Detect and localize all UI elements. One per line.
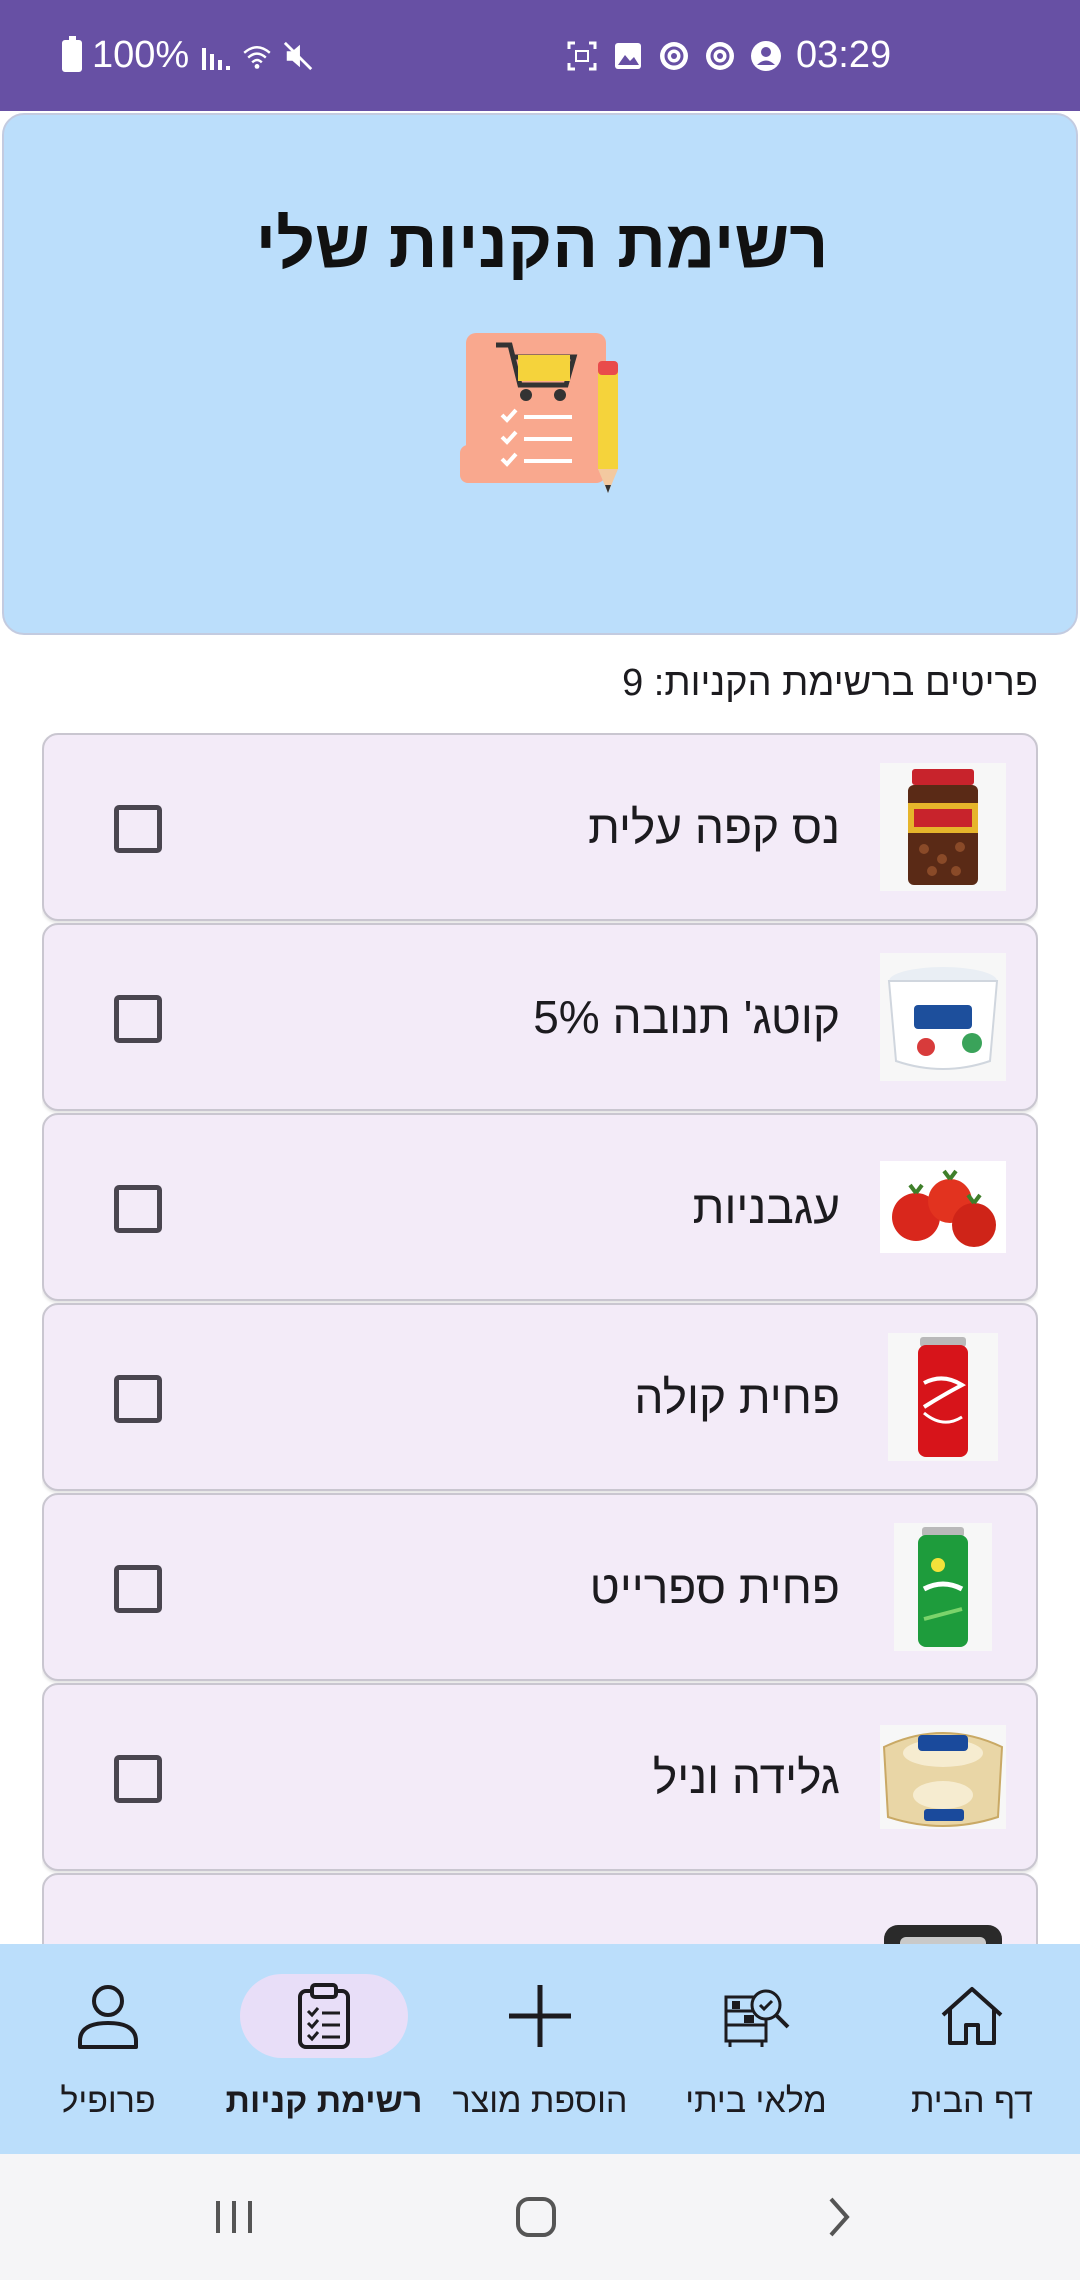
item-label: עגבניות — [692, 1181, 840, 1233]
item-checkbox[interactable] — [114, 1185, 162, 1233]
back-button[interactable] — [798, 2184, 878, 2250]
item-label: פחית קולה — [634, 1371, 840, 1423]
nav-inventory[interactable]: מלאי ביתי — [648, 1944, 864, 2154]
list-item[interactable]: נס קפה עלית — [42, 733, 1038, 921]
status-left: 100% — [62, 0, 315, 111]
product-image — [880, 1903, 1006, 1945]
cola-can-image — [880, 1333, 1006, 1461]
home-icon — [888, 1974, 1056, 2058]
item-label: קוטג' תנובה 5% — [533, 991, 840, 1043]
header-card: רשימת הקניות שלי — [2, 113, 1078, 635]
item-checkbox[interactable] — [114, 1565, 162, 1613]
signal-icon — [199, 40, 231, 72]
list-item[interactable]: גלידה וניל — [42, 1683, 1038, 1871]
coffee-jar-image — [880, 763, 1006, 891]
inventory-icon — [672, 1974, 840, 2058]
item-checkbox[interactable] — [114, 1755, 162, 1803]
page-title: רשימת הקניות שלי — [255, 206, 829, 282]
nav-add-product-label: הוספת מוצר — [452, 2082, 628, 2120]
clock: 03:29 — [796, 34, 892, 76]
nav-home[interactable]: דף הבית — [864, 1944, 1080, 2154]
home-button[interactable] — [496, 2184, 576, 2250]
nav-shopping-list[interactable]: רשימת קניות — [216, 1944, 432, 2154]
nav-profile-label: פרופיל — [60, 2082, 156, 2120]
battery-icon — [62, 35, 82, 72]
recent-apps-button[interactable] — [194, 2184, 274, 2250]
bottom-navigation: דף הבית מלאי ביתי הוספת מוצר רשימת קניות… — [0, 1944, 1080, 2154]
item-label: גלידה וניל — [652, 1751, 840, 1803]
account-icon — [750, 40, 782, 72]
item-label: נס קפה עלית — [588, 801, 840, 853]
clipboard-list-icon — [240, 1974, 408, 2058]
nav-shopping-list-label: רשימת קניות — [225, 2082, 423, 2120]
ice-cream-image — [880, 1713, 1006, 1841]
item-count: פריטים ברשימת הקניות: 9 — [622, 662, 1038, 704]
list-item[interactable] — [42, 1873, 1038, 1945]
plus-icon — [456, 1974, 624, 2058]
system-navigation-bar — [0, 2154, 1080, 2280]
nav-home-label: דף הבית — [911, 2082, 1033, 2120]
item-label: פחית ספרייט — [589, 1561, 840, 1613]
battery-percent: 100% — [92, 34, 190, 76]
gallery-icon — [612, 40, 644, 72]
nav-profile[interactable]: פרופיל — [0, 1944, 216, 2154]
list-item[interactable]: פחית ספרייט — [42, 1493, 1038, 1681]
item-checkbox[interactable] — [114, 995, 162, 1043]
cottage-cheese-image — [880, 953, 1006, 1081]
mute-icon — [283, 40, 315, 72]
person-icon — [24, 1974, 192, 2058]
nav-add-product[interactable]: הוספת מוצר — [432, 1944, 648, 2154]
tomatoes-image — [880, 1143, 1006, 1271]
list-item[interactable]: קוטג' תנובה 5% — [42, 923, 1038, 1111]
screenshot-icon — [566, 40, 598, 72]
shopping-list-icon — [460, 325, 630, 505]
item-checkbox[interactable] — [114, 805, 162, 853]
list-item[interactable]: פחית קולה — [42, 1303, 1038, 1491]
sprite-can-image — [880, 1523, 1006, 1651]
nav-inventory-label: מלאי ביתי — [685, 2082, 827, 2120]
status-right: 03:29 — [566, 0, 891, 111]
shopping-list[interactable]: נס קפה עלית קוטג' תנובה 5% עגבניות פחית … — [42, 733, 1038, 1945]
list-item[interactable]: עגבניות — [42, 1113, 1038, 1301]
item-checkbox[interactable] — [114, 1375, 162, 1423]
status-bar: 100% 03:29 — [0, 0, 1080, 111]
sync-icon-2 — [704, 40, 736, 72]
wifi-icon — [241, 40, 273, 72]
sync-icon — [658, 40, 690, 72]
